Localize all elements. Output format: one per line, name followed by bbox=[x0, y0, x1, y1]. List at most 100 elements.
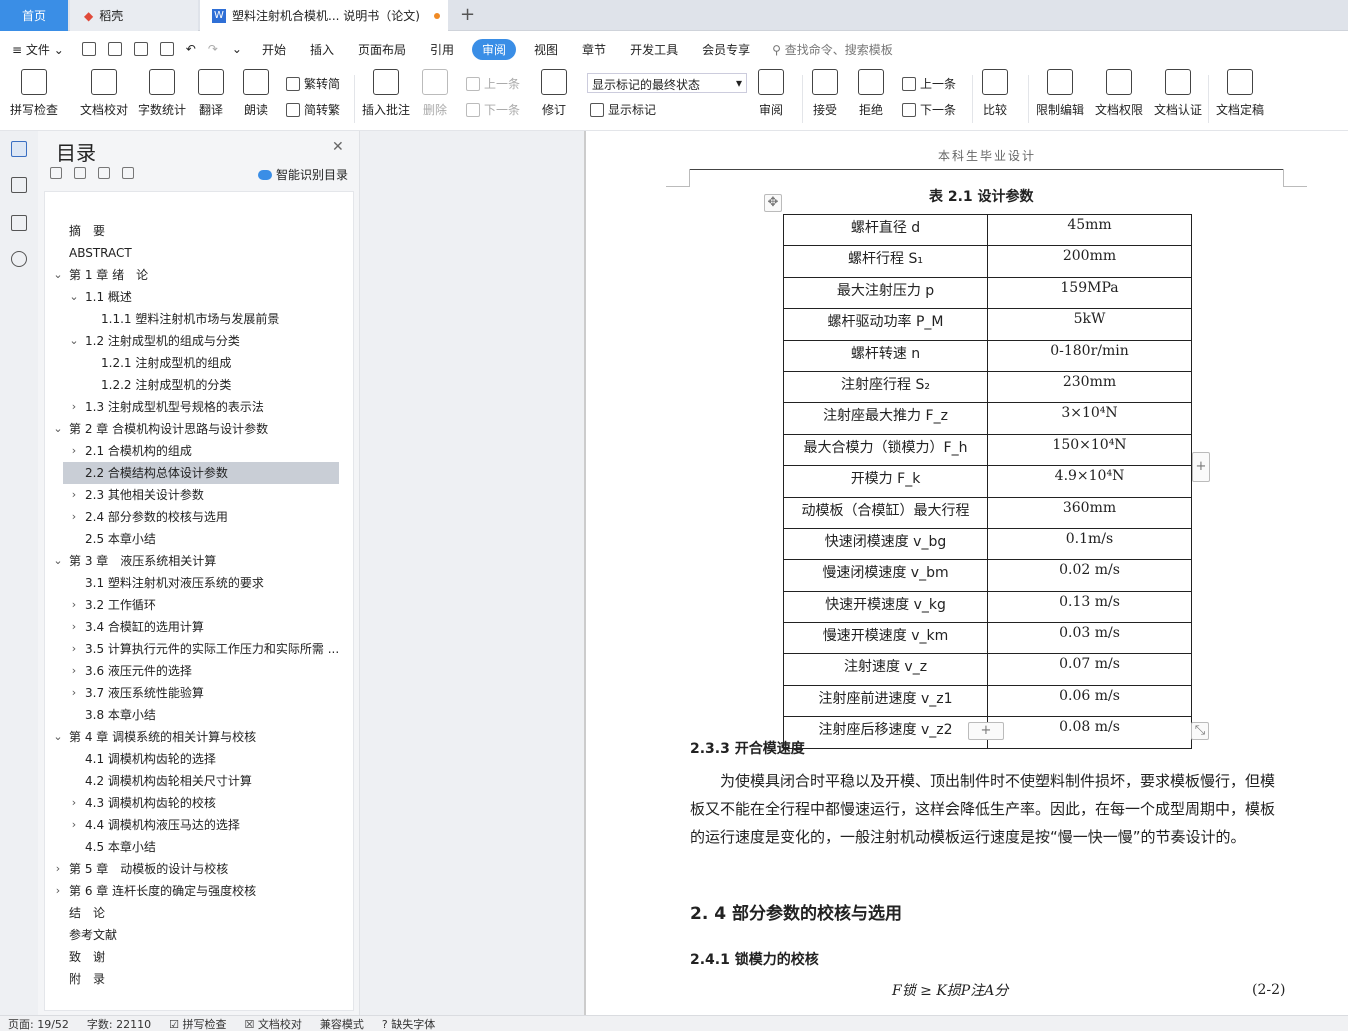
chevron-right-icon[interactable]: › bbox=[67, 440, 81, 462]
toc-item[interactable]: ⌄ 1.1 概述 bbox=[63, 286, 339, 308]
smart-toc-button[interactable]: 智能识别目录 bbox=[258, 166, 348, 183]
finalize-button[interactable]: 文档定稿 bbox=[1216, 69, 1264, 118]
param-name-cell[interactable]: 注射座后移速度 v_z2 bbox=[783, 716, 988, 749]
menu-review[interactable]: 审阅 bbox=[472, 38, 517, 60]
doc-check-button[interactable]: 文档校对 bbox=[80, 69, 128, 118]
tab-daoke[interactable]: ◆ 稻壳 bbox=[70, 0, 198, 31]
revise-button[interactable]: 修订 bbox=[541, 69, 567, 118]
restrict-edit-button[interactable]: 限制编辑 bbox=[1036, 69, 1084, 118]
read-aloud-button[interactable]: 朗读 bbox=[243, 69, 269, 118]
markup-state-select[interactable]: 显示标记的最终状态 ▾ bbox=[587, 73, 747, 93]
param-name-cell[interactable]: 螺杆直径 d bbox=[783, 213, 988, 247]
add-row-icon[interactable]: + bbox=[968, 722, 1004, 740]
chevron-right-icon[interactable]: › bbox=[67, 594, 81, 616]
param-value-cell[interactable]: 0.1m/s bbox=[987, 527, 1192, 561]
toc-item[interactable]: 2.2 合模结构总体设计参数 bbox=[63, 462, 339, 484]
tab-document[interactable]: W 塑料注射机合模机... 说明书（论文) bbox=[200, 0, 448, 31]
remove-heading-icon[interactable] bbox=[122, 167, 134, 179]
prev-change-button[interactable]: 上一条 bbox=[902, 75, 956, 92]
param-name-cell[interactable]: 动模板（合模缸）最大行程 bbox=[783, 496, 988, 529]
param-value-cell[interactable]: 0.03 m/s bbox=[987, 622, 1192, 655]
param-name-cell[interactable]: 慢速闭模速度 v_bm bbox=[783, 559, 988, 592]
toc-item[interactable]: › 3.2 工作循环 bbox=[63, 594, 339, 616]
menu-start[interactable]: 开始 bbox=[250, 41, 298, 58]
toc-item[interactable]: › 第 6 章 连杆长度的确定与强度校核 bbox=[56, 880, 339, 902]
param-value-cell[interactable]: 0.13 m/s bbox=[987, 590, 1192, 624]
toc-item[interactable]: 1.2.2 注射成型机的分类 bbox=[63, 374, 339, 396]
menu-section[interactable]: 章节 bbox=[570, 41, 618, 58]
file-menu[interactable]: ≡ 文件 ⌄ bbox=[0, 41, 76, 58]
toc-item[interactable]: › 第 5 章 动模板的设计与校核 bbox=[56, 858, 339, 880]
toc-item[interactable]: 4.1 调模机构齿轮的选择 bbox=[63, 748, 339, 770]
menu-insert[interactable]: 插入 bbox=[298, 41, 346, 58]
quick-more-icon[interactable]: ⌄ bbox=[232, 42, 242, 56]
add-column-icon[interactable]: + bbox=[1192, 452, 1210, 482]
status-doc-check[interactable]: ☒ 文档校对 bbox=[244, 1016, 301, 1032]
toc-item[interactable]: › 4.3 调模机构齿轮的校核 bbox=[63, 792, 339, 814]
menu-member[interactable]: 会员专享 bbox=[690, 41, 762, 58]
simp-to-trad-button[interactable]: 简转繁 bbox=[286, 101, 340, 118]
chevron-right-icon[interactable]: › bbox=[67, 814, 81, 836]
param-name-cell[interactable]: 螺杆驱动功率 P_M bbox=[783, 308, 988, 341]
param-name-cell[interactable]: 注射座行程 S₂ bbox=[783, 370, 988, 404]
chevron-down-icon[interactable]: ⌄ bbox=[51, 418, 65, 440]
toc-item[interactable]: 摘 要 bbox=[63, 220, 339, 242]
toc-item[interactable]: › 1.3 注射成型机型号规格的表示法 bbox=[63, 396, 339, 418]
chevron-right-icon[interactable]: › bbox=[51, 880, 65, 902]
param-value-cell[interactable]: 230mm bbox=[987, 370, 1192, 404]
toc-item[interactable]: 3.1 塑料注射机对液压系统的要求 bbox=[63, 572, 339, 594]
toc-item[interactable]: › 4.4 调模机构液压马达的选择 bbox=[63, 814, 339, 836]
chevron-down-icon[interactable]: ⌄ bbox=[51, 550, 65, 572]
param-value-cell[interactable]: 360mm bbox=[987, 496, 1192, 529]
close-icon[interactable]: ✕ bbox=[332, 139, 344, 155]
next-change-button[interactable]: 下一条 bbox=[902, 101, 956, 118]
param-name-cell[interactable]: 注射速度 v_z bbox=[783, 653, 988, 686]
chevron-down-icon[interactable]: ⌄ bbox=[51, 264, 65, 286]
menu-view[interactable]: 视图 bbox=[522, 41, 570, 58]
chevron-right-icon[interactable]: › bbox=[67, 484, 81, 506]
insert-comment-button[interactable]: 插入批注 bbox=[362, 69, 410, 118]
toc-item[interactable]: 1.1.1 塑料注射机市场与发展前景 bbox=[63, 308, 339, 330]
toc-item[interactable]: 3.8 本章小结 bbox=[63, 704, 339, 726]
print-icon[interactable] bbox=[133, 42, 148, 56]
collapse-icon[interactable] bbox=[50, 167, 62, 179]
toc-item[interactable]: 1.2.1 注射成型机的组成 bbox=[63, 352, 339, 374]
page-indicator[interactable]: 页面: 19/52 bbox=[8, 1016, 69, 1032]
param-value-cell[interactable]: 0.08 m/s bbox=[987, 716, 1192, 749]
param-name-cell[interactable]: 最大合模力（锁模力）F_h bbox=[783, 433, 988, 467]
chevron-down-icon[interactable]: ⌄ bbox=[67, 286, 81, 308]
chevron-right-icon[interactable]: › bbox=[67, 660, 81, 682]
toc-panel-icon[interactable] bbox=[11, 141, 27, 157]
compare-button[interactable]: 比较 bbox=[982, 69, 1008, 118]
expand-icon[interactable] bbox=[74, 167, 86, 179]
toc-item[interactable]: ⌄ 第 2 章 合模机构设计思路与设计参数 bbox=[53, 418, 339, 440]
param-name-cell[interactable]: 慢速开模速度 v_km bbox=[783, 622, 988, 655]
param-name-cell[interactable]: 注射座最大推力 F_z bbox=[783, 402, 988, 435]
chevron-right-icon[interactable]: › bbox=[67, 616, 81, 638]
toc-item[interactable]: 附 录 bbox=[63, 968, 339, 990]
param-name-cell[interactable]: 快速开模速度 v_kg bbox=[783, 590, 988, 624]
param-name-cell[interactable]: 螺杆转速 n bbox=[783, 339, 988, 372]
toc-item[interactable]: › 2.3 其他相关设计参数 bbox=[63, 484, 339, 506]
param-name-cell[interactable]: 注射座前进速度 v_z1 bbox=[783, 684, 988, 718]
param-value-cell[interactable]: 0-180r/min bbox=[987, 339, 1192, 372]
translate-button[interactable]: 翻译 bbox=[198, 69, 224, 118]
param-value-cell[interactable]: 0.02 m/s bbox=[987, 559, 1192, 592]
chevron-right-icon[interactable]: › bbox=[51, 858, 65, 880]
status-spell-check[interactable]: ☑ 拼写检查 bbox=[169, 1016, 226, 1032]
toc-item[interactable]: ⌄ 第 3 章 液压系统相关计算 bbox=[53, 550, 339, 572]
param-value-cell[interactable]: 5kW bbox=[987, 308, 1192, 341]
next-comment-button[interactable]: 下一条 bbox=[466, 101, 520, 118]
doc-certify-button[interactable]: 文档认证 bbox=[1154, 69, 1202, 118]
word-count-button[interactable]: 字数统计 bbox=[138, 69, 186, 118]
toc-item[interactable]: 2.5 本章小结 bbox=[63, 528, 339, 550]
param-value-cell[interactable]: 0.06 m/s bbox=[987, 684, 1192, 718]
share-icon[interactable] bbox=[107, 42, 122, 56]
menu-devtools[interactable]: 开发工具 bbox=[618, 41, 690, 58]
chevron-right-icon[interactable]: › bbox=[67, 792, 81, 814]
param-value-cell[interactable]: 4.9×10⁴N bbox=[987, 465, 1192, 498]
chevron-down-icon[interactable]: ⌄ bbox=[67, 330, 81, 352]
toc-item[interactable]: 4.5 本章小结 bbox=[63, 836, 339, 858]
param-value-cell[interactable]: 45mm bbox=[987, 213, 1192, 247]
toc-item[interactable]: › 2.1 合模机构的组成 bbox=[63, 440, 339, 462]
